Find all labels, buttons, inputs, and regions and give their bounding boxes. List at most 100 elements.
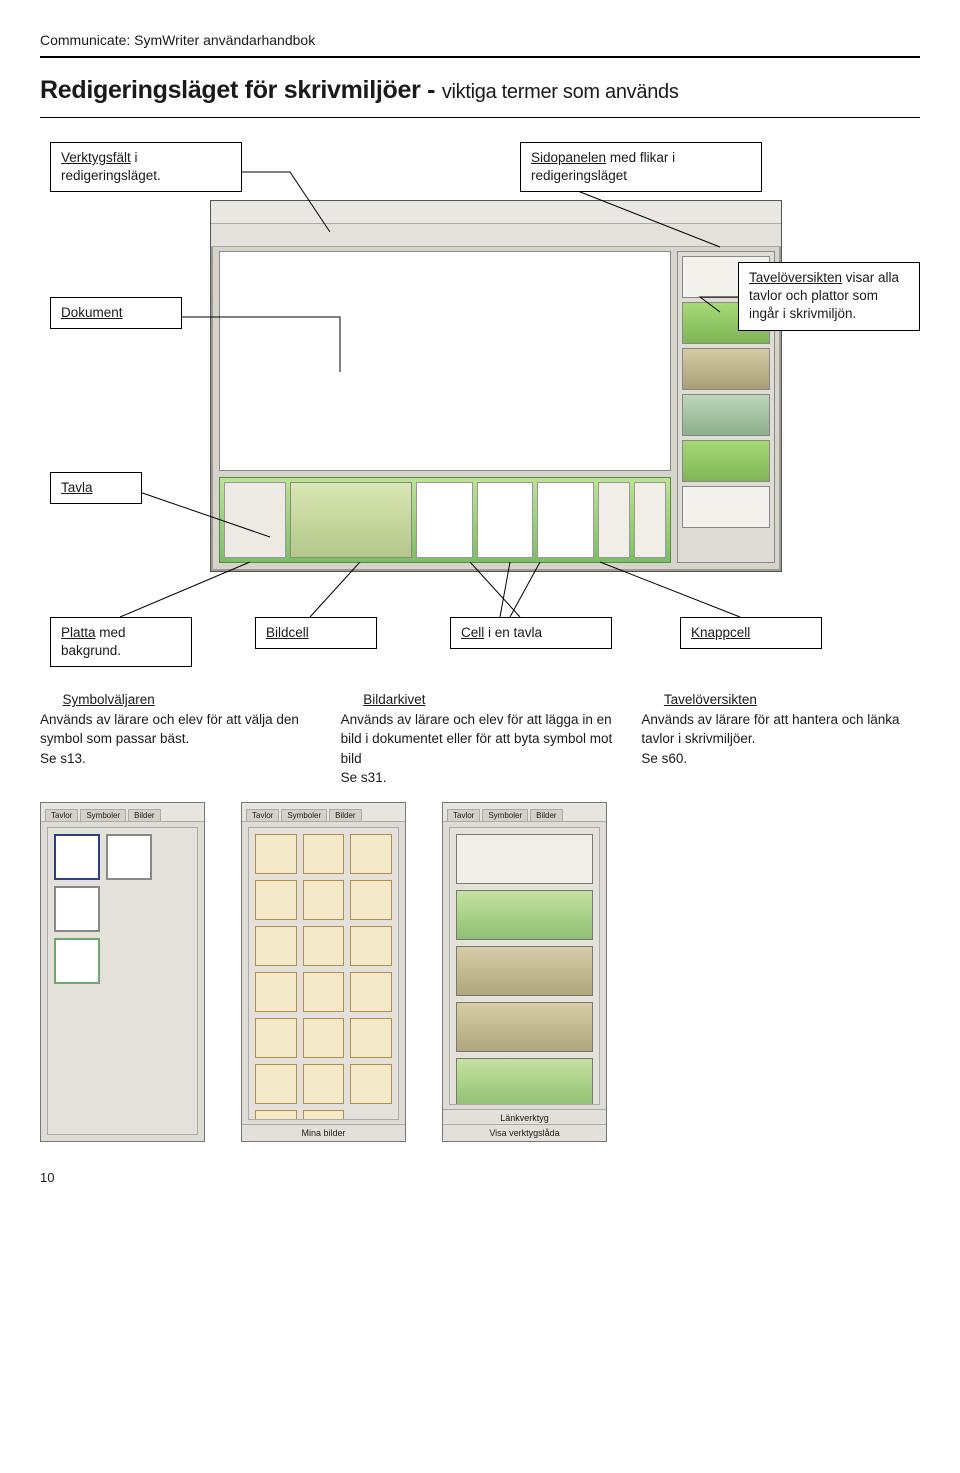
callout-platta-u: Platta (61, 625, 96, 640)
callout-bildcell: Bildcell (255, 617, 377, 649)
side-thumb (682, 394, 770, 436)
desc-bild-body: Används av lärare och elev för att lägga… (341, 712, 613, 766)
description-row: Symbolväljaren Används av lärare och ele… (40, 690, 920, 788)
callout-platta: Platta med bakgrund. (50, 617, 192, 667)
panel-content (248, 827, 399, 1120)
callout-knappcell: Knappcell (680, 617, 822, 649)
folder-thumb (350, 972, 392, 1012)
folder-thumb (255, 1064, 297, 1104)
doc-header: Communicate: SymWriter användarhandbok (40, 32, 920, 48)
folder-thumb (303, 880, 345, 920)
symbol-chooser-panel: Tavlor Symboler Bilder (40, 802, 205, 1142)
folder-thumb (303, 972, 345, 1012)
title-sub: viktiga termer som används (442, 81, 679, 103)
folder-thumb (303, 1064, 345, 1104)
folder-thumb (350, 834, 392, 874)
tab-bilder: Bilder (530, 809, 562, 821)
mock-document-area (219, 251, 671, 471)
panel-content (449, 827, 600, 1105)
folder-thumb (255, 926, 297, 966)
side-thumb (682, 440, 770, 482)
folder-thumb (255, 1018, 297, 1058)
tab-tavlor: Tavlor (447, 809, 480, 821)
mock-platta (224, 482, 286, 558)
editor-screenshot (210, 200, 782, 572)
page-number: 10 (40, 1170, 920, 1185)
panel-examples-row: Tavlor Symboler Bilder Tavlor Symboler B… (40, 802, 920, 1142)
title-rule (40, 117, 920, 118)
callout-document-u: Dokument (61, 305, 123, 320)
callout-overview: Tavelöversikten visar alla tavlor och pl… (738, 262, 920, 331)
folder-thumb (303, 1018, 345, 1058)
overview-thumb (456, 834, 593, 884)
desc-tav-ref: Se s60. (641, 751, 687, 766)
mock-cell (477, 482, 534, 558)
symbol-thumb (54, 938, 100, 984)
folder-thumb (255, 1110, 297, 1120)
callout-overview-u: Tavelöversikten (749, 270, 842, 285)
mock-tavla (219, 477, 671, 563)
mock-knapp (634, 482, 666, 558)
callout-bildcell-u: Bildcell (266, 625, 309, 640)
tab-tavlor: Tavlor (246, 809, 279, 821)
mock-menubar (211, 201, 781, 224)
panel-tabs: Tavlor Symboler Bilder (443, 803, 606, 822)
callout-cell-rest: i en tavla (484, 625, 542, 640)
desc-bildarkivet: Bildarkivet Används av lärare och elev f… (341, 690, 620, 788)
panel-tabs: Tavlor Symboler Bilder (242, 803, 405, 822)
tab-symboler: Symboler (482, 809, 528, 821)
symbol-thumb (54, 886, 100, 932)
desc-sym-head: Symbolväljaren (63, 692, 155, 707)
folder-thumb (255, 880, 297, 920)
overview-thumb (456, 890, 593, 940)
panel-content (47, 827, 198, 1135)
folder-thumb (255, 972, 297, 1012)
folder-thumb (350, 1018, 392, 1058)
folder-thumb (303, 1110, 345, 1120)
board-overview-panel: Tavlor Symboler Bilder Länkverktyg Visa … (442, 802, 607, 1142)
callout-tavla-u: Tavla (61, 480, 93, 495)
panel-footer: Mina bilder (242, 1124, 405, 1141)
desc-bild-ref: Se s31. (341, 770, 387, 785)
image-archive-panel: Tavlor Symboler Bilder Mina bilder (241, 802, 406, 1142)
side-thumb (682, 486, 770, 528)
desc-sym-body: Används av lärare och elev för att välja… (40, 712, 299, 747)
mock-bildcell (290, 482, 412, 558)
side-thumb (682, 348, 770, 390)
overview-diagram: Verktygsfält i redigeringsläget. Sidopan… (40, 142, 920, 682)
folder-thumb (350, 926, 392, 966)
desc-symbolvaljaren: Symbolväljaren Används av lärare och ele… (40, 690, 319, 788)
panel-footer-visa: Visa verktygslåda (443, 1124, 606, 1141)
callout-sidepanel-u: Sidopanelen (531, 150, 606, 165)
callout-toolbar-u: Verktygsfält (61, 150, 131, 165)
mock-toolbar (211, 224, 781, 247)
tab-bilder: Bilder (128, 809, 160, 821)
overview-thumb (456, 1058, 593, 1105)
desc-tav-body: Används av lärare för att hantera och lä… (641, 712, 899, 747)
tab-symboler: Symboler (80, 809, 126, 821)
tab-tavlor: Tavlor (45, 809, 78, 821)
overview-thumb (456, 1002, 593, 1052)
tab-symboler: Symboler (281, 809, 327, 821)
title-main: Redigeringsläget för skrivmiljöer - (40, 76, 442, 104)
callout-sidepanel: Sidopanelen med flikar i redigeringsläge… (520, 142, 762, 192)
desc-bild-head: Bildarkivet (363, 692, 425, 707)
folder-thumb (303, 834, 345, 874)
panel-tabs: Tavlor Symboler Bilder (41, 803, 204, 822)
tab-bilder: Bilder (329, 809, 361, 821)
desc-tav-head: Tavelöversikten (664, 692, 757, 707)
folder-thumb (303, 926, 345, 966)
folder-thumb (255, 834, 297, 874)
callout-cell: Cell i en tavla (450, 617, 612, 649)
callout-document: Dokument (50, 297, 182, 329)
symbol-thumb (54, 834, 100, 880)
page-title: Redigeringsläget för skrivmiljöer - vikt… (40, 76, 920, 105)
header-rule (40, 56, 920, 58)
desc-taveloversikten: Tavelöversikten Används av lärare för at… (641, 690, 920, 788)
mock-cell (537, 482, 594, 558)
overview-thumb (456, 946, 593, 996)
desc-sym-ref: Se s13. (40, 751, 86, 766)
callout-tavla: Tavla (50, 472, 142, 504)
callout-knappcell-u: Knappcell (691, 625, 750, 640)
mock-cell (416, 482, 473, 558)
